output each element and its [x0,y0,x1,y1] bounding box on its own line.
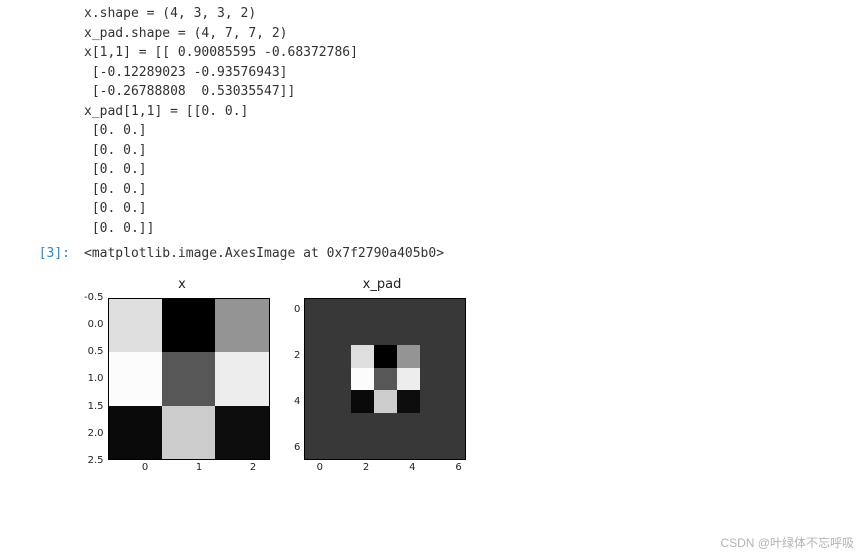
tick-label: 2 [363,462,369,473]
tick-label: 1.0 [88,373,104,384]
heatmap-cell [351,436,374,459]
heatmap-cell [420,299,443,322]
heatmap-cell [374,413,397,436]
stdout-output: x.shape = (4, 3, 3, 2) x_pad.shape = (4,… [0,0,864,238]
heatmap-cell [305,322,328,345]
heatmap-cell [443,368,466,391]
tick-label: 1.5 [88,401,104,412]
heatmap-cell [443,299,466,322]
tick-label: 0.0 [88,319,104,330]
heatmap-cell [374,299,397,322]
heatmap-cell [351,345,374,368]
heatmap-cell [328,322,351,345]
heatmap-cell [351,322,374,345]
repr-text: <matplotlib.image.AxesImage at 0x7f2790a… [84,246,444,261]
heatmap-cell [397,299,420,322]
plot-title: x_pad [294,277,470,292]
heatmap-cell [215,406,268,459]
tick-label: 0 [142,462,148,473]
heatmap-cell [215,299,268,352]
heatmap-grid [108,298,270,460]
heatmap-cell [443,390,466,413]
heatmap-cell [351,299,374,322]
heatmap-cell [374,345,397,368]
tick-label: 4 [409,462,415,473]
heatmap-cell [305,413,328,436]
heatmap-cell [397,390,420,413]
heatmap-cell [351,413,374,436]
heatmap-cell [305,436,328,459]
output-text: x.shape = (4, 3, 3, 2) x_pad.shape = (4,… [84,4,864,238]
heatmap-cell [397,345,420,368]
heatmap-cell [351,390,374,413]
heatmap-cell [374,390,397,413]
heatmap-cell [420,413,443,436]
tick-label: 2.0 [88,428,104,439]
plot-title: x [84,277,280,292]
heatmap-cell [443,322,466,345]
heatmap-grid [304,298,466,460]
heatmap-cell [374,436,397,459]
heatmap-cell [328,436,351,459]
heatmap-cell [328,345,351,368]
heatmap-cell [397,322,420,345]
x-tick-labels: 0 2 4 6 [308,462,470,476]
heatmap-cell [305,345,328,368]
tick-label: 0.5 [88,346,104,357]
heatmap-cell [305,299,328,322]
heatmap-cell [351,368,374,391]
plot-x: x -0.5 0.0 0.5 1.0 1.5 2.0 2.5 0 1 2 [84,277,280,476]
heatmap-cell [420,322,443,345]
execute-result-row: [3]: <matplotlib.image.AxesImage at 0x7f… [0,246,864,261]
heatmap-cell [397,413,420,436]
heatmap-cell [443,436,466,459]
figure-area: x -0.50.00.51.01.52.02.5 012 x_pad 0246 … [84,277,864,476]
heatmap-cell [420,390,443,413]
heatmap-cell [328,299,351,322]
heatmap-cell [397,368,420,391]
heatmap-cell [305,390,328,413]
heatmap-cell [328,390,351,413]
heatmap-cell [215,352,268,405]
heatmap-cell [109,406,162,459]
heatmap-cell [305,368,328,391]
heatmap-cell [397,436,420,459]
heatmap-cell [109,299,162,352]
x-tick-labels: 0 1 2 [118,462,280,473]
tick-label: 0 [317,462,323,473]
tick-label: 2 [250,462,256,473]
heatmap-cell [420,368,443,391]
heatmap-cell [328,413,351,436]
heatmap-cell [328,368,351,391]
y-tick-labels: 0246 [294,298,304,460]
heatmap-cell [443,413,466,436]
heatmap-cell [162,406,215,459]
heatmap-cell [162,299,215,352]
plot-xpad: x_pad 0246 0246 [294,277,470,476]
watermark-text: CSDN @叶绿体不忘呼吸 [720,534,854,551]
y-tick-labels: -0.5 0.0 0.5 1.0 1.5 2.0 2.5 [84,292,108,466]
heatmap-cell [162,352,215,405]
heatmap-cell [443,345,466,368]
tick-label: 1 [196,462,202,473]
heatmap-cell [420,345,443,368]
tick-label: 2.5 [88,455,104,466]
heatmap-cell [374,368,397,391]
heatmap-cell [420,436,443,459]
tick-label: -0.5 [84,292,104,303]
tick-label: 6 [455,462,461,473]
prompt-indicator: [3]: [0,246,84,261]
heatmap-cell [374,322,397,345]
heatmap-cell [109,352,162,405]
